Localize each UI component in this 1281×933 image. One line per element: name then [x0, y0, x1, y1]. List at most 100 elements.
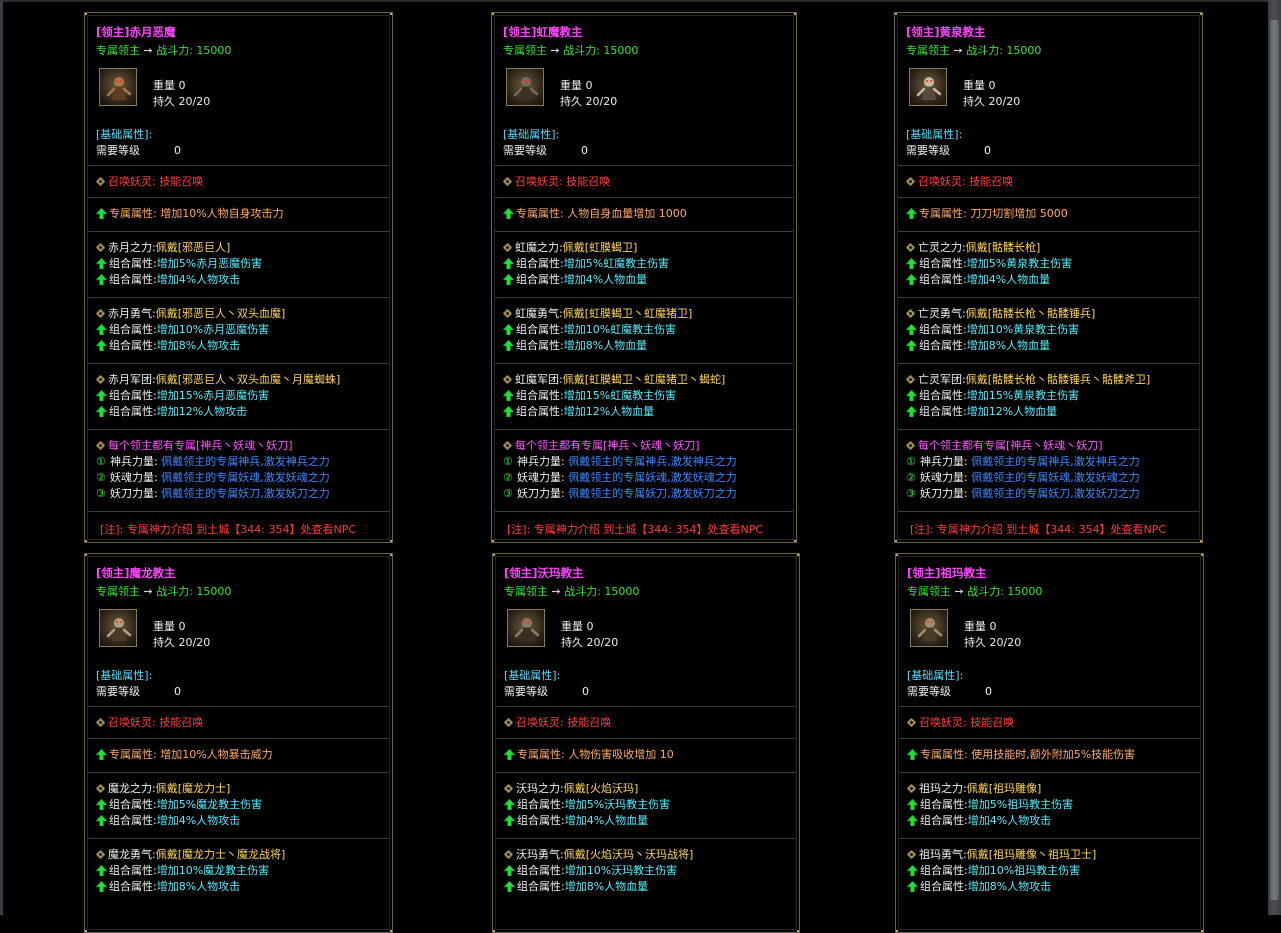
combo-attr-key: 组合属性: — [920, 814, 968, 827]
weapon-header-row: 每个领主都有专属[神兵丶妖魂丶妖刀] — [95, 437, 293, 453]
green-up-arrow-icon — [95, 864, 108, 877]
combo-attr-key: 组合属性: — [109, 339, 157, 352]
set-bonus-key: 亡灵军团: — [918, 373, 966, 386]
green-up-arrow-icon — [95, 273, 108, 286]
rainbow-demon-icon[interactable] — [506, 68, 544, 106]
combo-attr-value: 增加8%人物攻击 — [156, 880, 241, 893]
section-divider — [88, 511, 389, 512]
section-divider — [899, 738, 1200, 739]
weapon-power-value: 佩戴领主的专属妖刀,激发妖刀之力 — [161, 487, 330, 500]
section-divider — [495, 297, 793, 298]
exclusive-attr-row: 专属属性: 增加10%人物暴击威力 — [95, 746, 273, 762]
window-left-edge — [0, 0, 3, 915]
combo-attr-value: 增加15%虹魔教主伤害 — [563, 389, 677, 402]
set-bonus-row: 魔龙勇气:佩戴[魔龙力士丶魔龙战将] — [95, 846, 285, 862]
combo-attr-key: 组合属性: — [109, 864, 157, 877]
base-attr-label: [基础属性]: — [907, 669, 964, 682]
weapon-power-row: ② 妖魂力量: 佩戴领主的专属妖魂,激发妖魂之力 — [906, 469, 1140, 485]
woma-lord-icon[interactable] — [507, 609, 545, 647]
skeleton-lord-icon[interactable] — [909, 68, 947, 106]
item-weight: 重量 0 — [964, 620, 997, 633]
section-divider — [88, 363, 389, 364]
zuma-lord-icon[interactable] — [910, 609, 948, 647]
required-level: 需要等级 0 — [907, 683, 992, 699]
combo-attr-row: 组合属性:增加5%祖玛教主伤害 — [906, 796, 1073, 812]
green-up-arrow-icon — [905, 339, 918, 352]
card-corner-ornament — [895, 13, 897, 15]
green-up-arrow-icon — [502, 405, 515, 418]
exclusive-attr-key: 专属属性: — [920, 748, 968, 761]
summon-value: 技能召唤 — [970, 716, 1015, 729]
combo-attr-row: 组合属性:增加8%人物攻击 — [906, 878, 1051, 894]
section-divider — [898, 165, 1199, 166]
green-up-arrow-icon — [502, 339, 515, 352]
required-level-label: 需要等级 — [504, 685, 548, 698]
combo-attr-key: 组合属性: — [920, 798, 968, 811]
diamond-bullet-icon — [905, 308, 916, 319]
diamond-bullet-icon — [502, 374, 513, 385]
card-corner-ornament — [896, 554, 898, 556]
diamond-bullet-icon — [503, 783, 514, 794]
green-up-arrow-icon — [906, 748, 919, 761]
section-divider — [88, 231, 389, 232]
arrow-icon: ➙ — [954, 585, 964, 598]
combo-attr-value: 增加4%人物血量 — [563, 273, 648, 286]
combat-power: 战斗力: 15000 — [564, 585, 640, 598]
section-divider — [898, 429, 1199, 430]
item-weight: 重量 0 — [153, 79, 186, 92]
combo-attr-key: 组合属性: — [109, 257, 157, 270]
combo-attr-value: 增加4%人物攻击 — [967, 814, 1052, 827]
section-divider — [899, 838, 1200, 839]
weapon-power-row: ① 神兵力量: 佩戴领主的专属神兵,激发神兵之力 — [906, 453, 1140, 469]
diamond-bullet-icon — [95, 440, 106, 451]
item-weight: 重量 0 — [963, 79, 996, 92]
section-divider — [496, 772, 796, 773]
combo-attr-row: 组合属性:增加5%虹魔教主伤害 — [502, 255, 669, 271]
dragon-lord-icon[interactable] — [99, 609, 137, 647]
scrollbar-thumb[interactable] — [1270, 20, 1279, 900]
combo-attr-key: 组合属性: — [109, 389, 157, 402]
subtitle-prefix: 专属领主 — [907, 585, 951, 598]
item-durability: 持久 20/20 — [964, 636, 1022, 649]
arrow-icon: ➙ — [143, 44, 153, 57]
required-level: 需要等级 0 — [906, 142, 991, 158]
card-corner-ornament — [794, 13, 796, 15]
npc-note: [注]: 专属神力介绍 到土城【344: 354】处查看NPC — [507, 523, 764, 536]
set-bonus-key: 赤月军团: — [108, 373, 156, 386]
set-bonus-value: 佩戴[邪恶巨人丶双头血魔丶月魔蜘蛛] — [155, 373, 341, 386]
green-up-arrow-icon — [95, 798, 108, 811]
combo-attr-row: 组合属性:增加5%沃玛教主伤害 — [503, 796, 671, 812]
weapon-power-row: ③ 妖刀力量: 佩戴领主的专属妖刀,激发妖刀之力 — [503, 485, 737, 501]
summon-key: 召唤妖灵: — [516, 716, 564, 729]
set-bonus-value: 佩戴[骷髅长枪丶骷髅锤兵] — [965, 307, 1096, 320]
summon-row: 召唤妖灵: 技能召唤 — [95, 714, 203, 730]
combo-attr-row: 组合属性:增加10%虹魔教主伤害 — [502, 321, 677, 337]
combo-attr-value: 增加5%沃玛教主伤害 — [564, 798, 671, 811]
combo-attr-value: 增加10%虹魔教主伤害 — [563, 323, 677, 336]
combo-attr-value: 增加4%人物血量 — [564, 814, 649, 827]
weapon-power-number: ③ — [503, 487, 513, 500]
set-bonus-row: 虹魔勇气:佩戴[虹膜蝎卫丶虹魔猪卫] — [502, 305, 692, 321]
card-corner-ornament — [1200, 13, 1202, 15]
lord-title: [领主]赤月恶魔 — [96, 25, 176, 39]
lord-subtitle: 专属领主 ➙ 战斗力: 15000 — [96, 42, 231, 58]
green-up-arrow-icon — [95, 339, 108, 352]
exclusive-attr-row: 专属属性: 人物自身血量增加 1000 — [502, 205, 687, 221]
combo-attr-row: 组合属性:增加4%人物血量 — [503, 812, 649, 828]
set-bonus-value: 佩戴[火焰沃玛] — [563, 782, 639, 795]
section-divider — [88, 738, 389, 739]
item-durability: 持久 20/20 — [153, 636, 211, 649]
set-bonus-value: 佩戴[祖玛雕像] — [966, 782, 1042, 795]
weapon-power-number: ③ — [96, 487, 106, 500]
combo-attr-key: 组合属性: — [517, 864, 565, 877]
combo-attr-value: 增加10%赤月恶魔伤害 — [156, 323, 270, 336]
diamond-bullet-icon — [905, 242, 916, 253]
weapon-power-row: ② 妖魂力量: 佩戴领主的专属妖魂,激发妖魂之力 — [96, 469, 330, 485]
green-up-arrow-icon — [502, 257, 515, 270]
combo-attr-row: 组合属性:增加15%赤月恶魔伤害 — [95, 387, 269, 403]
evil-demon-icon[interactable] — [99, 68, 137, 106]
lord-subtitle: 专属领主 ➙ 战斗力: 15000 — [504, 583, 639, 599]
green-up-arrow-icon — [906, 814, 919, 827]
card-corner-ornament — [390, 540, 392, 542]
summon-value: 技能召唤 — [159, 175, 204, 188]
